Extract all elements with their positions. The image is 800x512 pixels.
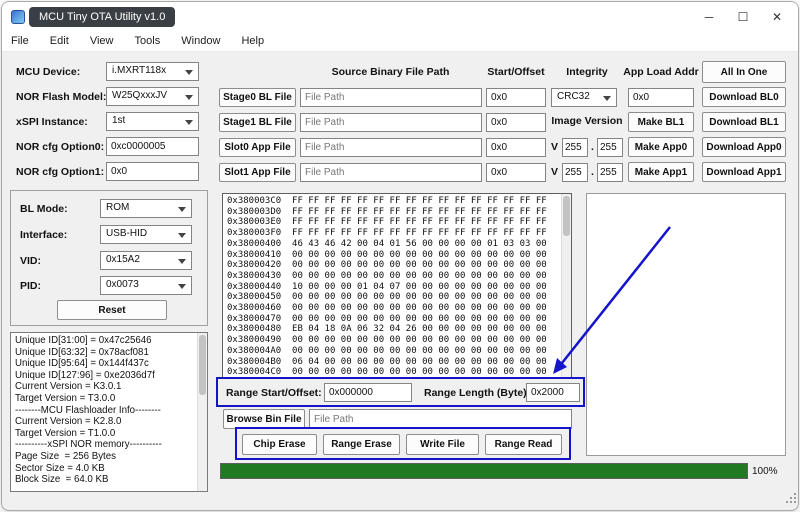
menu-window[interactable]: Window: [172, 32, 229, 47]
pid-select[interactable]: 0x0073: [100, 276, 192, 295]
nor-cfg-option1-label: NOR cfg Option1:: [16, 166, 105, 178]
make-bl1-button[interactable]: Make BL1: [628, 112, 694, 132]
mcu-device-label: MCU Device:: [16, 66, 81, 78]
download-bl1-button[interactable]: Download BL1: [702, 112, 786, 132]
make-app0-button[interactable]: Make App0: [628, 137, 694, 157]
image-version-label: Image Version: [551, 115, 623, 127]
nor-cfg-option0-label: NOR cfg Option0:: [16, 141, 105, 153]
resize-grip-icon[interactable]: [786, 501, 788, 503]
stage1-offset-input[interactable]: [486, 113, 546, 132]
make-app1-button[interactable]: Make App1: [628, 162, 694, 182]
stage1-path-input[interactable]: [300, 113, 482, 132]
range-start-input[interactable]: [324, 383, 412, 402]
slot0-version-prefix: V: [551, 141, 559, 153]
device-info-textarea[interactable]: Unique ID[31:00] = 0x47c25646 Unique ID[…: [10, 332, 208, 492]
log-list-panel[interactable]: [586, 193, 786, 456]
bl0-load-addr-input[interactable]: [628, 88, 694, 107]
menu-view[interactable]: View: [81, 32, 123, 47]
interface-select[interactable]: USB-HID: [100, 225, 192, 244]
interface-label: Interface:: [20, 229, 68, 241]
integrity-select[interactable]: CRC32: [551, 88, 617, 107]
minimize-icon[interactable]: ─: [692, 2, 726, 32]
bin-file-path-input[interactable]: [309, 409, 572, 429]
reset-button[interactable]: Reset: [57, 300, 167, 320]
stage0-path-input[interactable]: [300, 88, 482, 107]
xspi-instance-select[interactable]: 1st: [106, 112, 199, 131]
nor-flash-model-label: NOR Flash Model:: [16, 91, 107, 103]
download-app1-button[interactable]: Download App1: [702, 162, 786, 182]
slot1-app-file-button[interactable]: Slot1 App File: [219, 163, 296, 182]
vid-label: VID:: [20, 255, 41, 267]
header-app-load-addr: App Load Addr: [623, 66, 699, 78]
header-source-path: Source Binary File Path: [331, 66, 450, 78]
write-file-button[interactable]: Write File: [406, 434, 479, 455]
mcu-device-select[interactable]: i.MXRT118x: [106, 62, 199, 81]
bl-mode-label: BL Mode:: [20, 203, 68, 215]
window-controls: ─ ☐ ✕: [692, 2, 794, 32]
hex-dump-viewer[interactable]: 0x380003C0 FF FF FF FF FF FF FF FF FF FF…: [222, 193, 572, 378]
menu-tools[interactable]: Tools: [126, 32, 170, 47]
slot1-path-input[interactable]: [300, 163, 482, 182]
browse-bin-file-button[interactable]: Browse Bin File: [223, 409, 305, 429]
all-in-one-button[interactable]: All In One: [702, 61, 786, 83]
chip-erase-button[interactable]: Chip Erase: [242, 434, 317, 455]
app-icon: [11, 10, 25, 24]
stage1-bl-file-button[interactable]: Stage1 BL File: [219, 113, 296, 132]
pid-label: PID:: [20, 280, 41, 292]
maximize-icon[interactable]: ☐: [726, 2, 760, 32]
progress-percent-label: 100%: [752, 466, 778, 477]
range-read-button[interactable]: Range Read: [485, 434, 562, 455]
range-start-label: Range Start/Offset:: [226, 387, 322, 399]
hex-dump-text: 0x380003C0 FF FF FF FF FF FF FF FF FF FF…: [227, 196, 547, 378]
stage0-bl-file-button[interactable]: Stage0 BL File: [219, 88, 296, 107]
menu-help[interactable]: Help: [232, 32, 273, 47]
slot1-offset-input[interactable]: [486, 163, 546, 182]
slot1-version-minor-input[interactable]: [597, 163, 623, 182]
nor-cfg-option0-input[interactable]: [106, 137, 199, 156]
stage0-offset-input[interactable]: [486, 88, 546, 107]
bl-mode-select[interactable]: ROM: [100, 199, 192, 218]
slot0-path-input[interactable]: [300, 138, 482, 157]
hex-scrollbar[interactable]: [561, 194, 571, 377]
header-integrity: Integrity: [566, 66, 608, 78]
xspi-instance-label: xSPI Instance:: [16, 116, 88, 128]
app-window: MCU Tiny OTA Utility v1.0 ─ ☐ ✕ File Edi…: [1, 1, 799, 511]
download-bl0-button[interactable]: Download BL0: [702, 87, 786, 107]
range-length-input[interactable]: [526, 383, 580, 402]
nor-cfg-option1-input[interactable]: [106, 162, 199, 181]
slot1-version-prefix: V: [551, 166, 559, 178]
slot1-version-separator: .: [591, 166, 594, 178]
menu-bar: File Edit View Tools Window Help: [2, 32, 798, 52]
header-start-offset: Start/Offset: [487, 66, 545, 78]
progress-fill: [221, 464, 747, 478]
slot0-offset-input[interactable]: [486, 138, 546, 157]
progress-bar: [220, 463, 748, 479]
close-icon[interactable]: ✕: [760, 2, 794, 32]
nor-flash-model-select[interactable]: W25QxxxJV: [106, 87, 199, 106]
slot0-version-major-input[interactable]: [562, 138, 588, 157]
menu-file[interactable]: File: [2, 32, 38, 47]
range-length-label: Range Length (Byte):: [424, 387, 531, 399]
slot1-version-major-input[interactable]: [562, 163, 588, 182]
menu-edit[interactable]: Edit: [41, 32, 78, 47]
title-bar: MCU Tiny OTA Utility v1.0 ─ ☐ ✕: [2, 2, 798, 32]
window-title: MCU Tiny OTA Utility v1.0: [29, 7, 176, 27]
range-erase-button[interactable]: Range Erase: [323, 434, 400, 455]
vid-select[interactable]: 0x15A2: [100, 251, 192, 270]
device-info-text: Unique ID[31:00] = 0x47c25646 Unique ID[…: [15, 335, 162, 486]
info-scrollbar[interactable]: [197, 333, 207, 491]
slot0-version-separator: .: [591, 141, 594, 153]
download-app0-button[interactable]: Download App0: [702, 137, 786, 157]
slot0-version-minor-input[interactable]: [597, 138, 623, 157]
slot0-app-file-button[interactable]: Slot0 App File: [219, 138, 296, 157]
